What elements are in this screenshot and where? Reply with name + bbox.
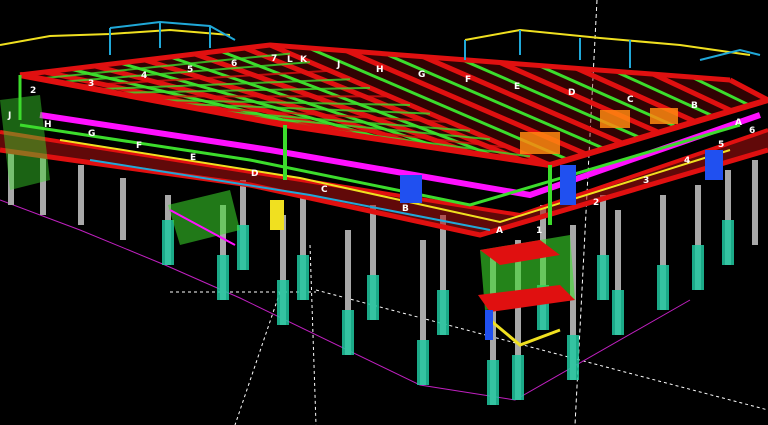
column-base[interactable] — [692, 245, 704, 290]
grid-label-3: 3 — [88, 79, 94, 89]
model-viewport[interactable]: 2 3 4 5 6 7 L K J H G F E D C B A 6 5 4 … — [0, 0, 768, 425]
grid-label-B: B — [691, 101, 698, 111]
grid-label-r6: 6 — [749, 126, 755, 136]
grid-label-5: 5 — [187, 65, 193, 75]
column-base[interactable] — [487, 360, 499, 405]
grid-label-C: C — [627, 95, 634, 105]
column-base[interactable] — [217, 255, 229, 300]
column-base[interactable] — [237, 225, 249, 270]
column-base[interactable] — [417, 340, 429, 385]
grid-label-H: H — [376, 65, 384, 75]
column-base[interactable] — [367, 275, 379, 320]
column-base[interactable] — [722, 220, 734, 265]
grid-label-left-D: D — [251, 169, 258, 179]
structural-steel-model[interactable]: 2 3 4 5 6 7 L K J H G F E D C B A 6 5 4 … — [0, 0, 768, 425]
grid-label-left-A: A — [496, 226, 503, 236]
column-base[interactable] — [297, 255, 309, 300]
grid-label-6: 6 — [231, 59, 237, 69]
column-base[interactable] — [512, 355, 524, 400]
grid-label-r1: 1 — [536, 226, 542, 236]
column-base[interactable] — [342, 310, 354, 355]
grid-label-r2: 2 — [593, 198, 599, 208]
grid-label-4: 4 — [141, 71, 147, 81]
grid-label-r5: 5 — [718, 140, 724, 150]
column-base[interactable] — [277, 280, 289, 325]
grid-label-E: E — [514, 82, 520, 92]
column-base[interactable] — [437, 290, 449, 335]
grid-label-G: G — [418, 70, 425, 80]
grid-label-7: 7 — [271, 54, 277, 64]
grid-label-left-G: G — [88, 129, 95, 139]
column[interactable] — [120, 178, 126, 240]
grid-label-J: J — [336, 60, 340, 70]
grid-label-left-E: E — [190, 153, 196, 163]
column-base[interactable] — [567, 335, 579, 380]
column-base[interactable] — [162, 220, 174, 265]
column-base[interactable] — [612, 290, 624, 335]
grid-label-A: A — [735, 118, 742, 128]
grid-label-left-F: F — [136, 141, 142, 151]
grid-label-left-B: B — [402, 204, 409, 214]
column[interactable] — [78, 165, 84, 225]
grid-label-L: L — [287, 55, 293, 65]
grid-label-2: 2 — [30, 86, 36, 96]
grid-label-left-H: H — [44, 120, 52, 130]
grid-label-D: D — [568, 88, 575, 98]
grid-label-K: K — [300, 55, 308, 65]
grid-label-F: F — [465, 75, 471, 85]
grid-label-r4: 4 — [684, 156, 690, 166]
column-base[interactable] — [597, 255, 609, 300]
column[interactable] — [752, 160, 758, 245]
grid-label-left-C: C — [321, 185, 328, 195]
column-base[interactable] — [657, 265, 669, 310]
grid-label-r3: 3 — [643, 176, 649, 186]
grid-label-left-J: J — [7, 111, 11, 121]
